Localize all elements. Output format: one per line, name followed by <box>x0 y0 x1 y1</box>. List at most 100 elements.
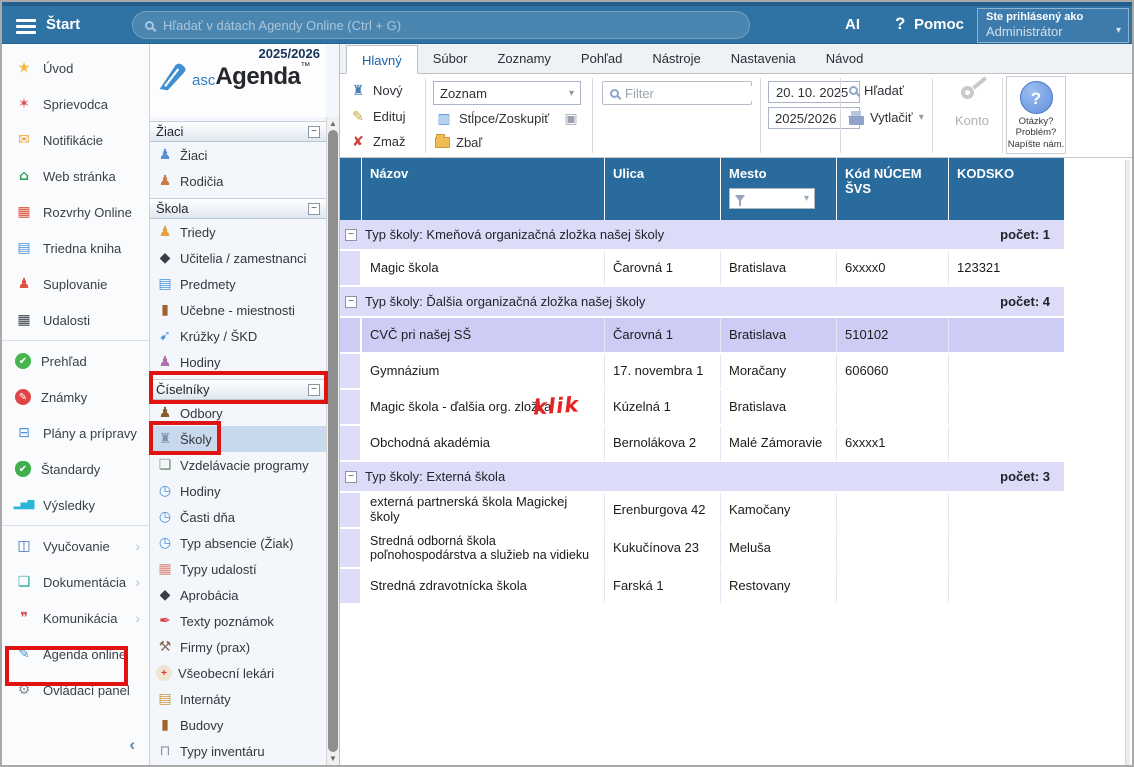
column-header-ulica[interactable]: Ulica <box>605 158 721 220</box>
panel-item-ucebne[interactable]: ▮Učebne - miestnosti <box>150 297 326 323</box>
sidebar-item-uvod[interactable]: ★Úvod <box>2 50 149 86</box>
mesto-filter-select[interactable]: ▾ <box>729 188 815 209</box>
sidebar-item-znamky[interactable]: ✎Známky <box>2 379 149 415</box>
contact-help-button[interactable]: ? Otázky? Problém? Napíšte nám. <box>1006 76 1066 154</box>
panel-item-budovy[interactable]: ▮Budovy <box>150 712 326 738</box>
panel-item-rodicia[interactable]: ♟Rodičia <box>150 168 326 194</box>
ai-button[interactable]: AI <box>845 16 860 33</box>
sidebar-item-triedna-kniha[interactable]: ▤Triedna kniha <box>2 230 149 266</box>
sidebar-item-ovladaci-panel[interactable]: ⚙Ovládací panel <box>2 672 149 708</box>
hamburger-menu-icon[interactable] <box>16 16 36 37</box>
panel-item-firmy[interactable]: ⚒Firmy (prax) <box>150 634 326 660</box>
panel-item-typ-absencie[interactable]: ◷Typ absencie (Žiak) <box>150 530 326 556</box>
table-row[interactable]: Stredná zdravotnícka škola Farská 1 Rest… <box>340 569 1064 605</box>
account-button[interactable]: Konto <box>940 86 1004 128</box>
panel-item-kruzky[interactable]: ➹Krúžky / ŠKD <box>150 323 326 349</box>
logged-in-user-menu[interactable]: Ste prihlásený ako Administrátor ▾ <box>977 8 1129 43</box>
sidebar-item-plany-a-pripravy[interactable]: ⊟Plány a prípravy <box>2 415 149 451</box>
panel-item-vseobecni-lekari[interactable]: +Všeobecní lekári <box>150 660 326 686</box>
scroll-up-icon[interactable]: ▲ <box>327 119 339 128</box>
school-year-select[interactable]: 2025/2026▾ <box>768 107 860 129</box>
panel-item-casti-dna[interactable]: ◷Časti dňa <box>150 504 326 530</box>
scrollbar-thumb[interactable] <box>328 130 338 752</box>
table-row[interactable]: Gymnázium 17. novembra 1 Moračany 606060 <box>340 354 1064 390</box>
new-button[interactable]: ♜Nový <box>349 82 403 99</box>
sidebar-item-udalosti[interactable]: ▦Udalosti <box>2 302 149 338</box>
sidebar-item-rozvrhy-online[interactable]: ▦Rozvrhy Online <box>2 194 149 230</box>
sidebar-item-sprievodca[interactable]: ✶Sprievodca <box>2 86 149 122</box>
button-label: Edituj <box>373 109 406 124</box>
sidebar-item-prehlad[interactable]: ✔Prehľad <box>2 343 149 379</box>
print-button[interactable]: Vytlačiť▾ <box>849 110 924 125</box>
tab-nastroje[interactable]: Nástroje <box>637 44 715 73</box>
sidebar-item-vysledky[interactable]: ▂▅▇Výsledky <box>2 487 149 523</box>
table-row-selected[interactable]: CVČ pri našej SŠ Čarovná 1 Bratislava 51… <box>340 318 1064 354</box>
sidebar-item-web-stranka[interactable]: ⌂Web stránka <box>2 158 149 194</box>
panel-item-predmety[interactable]: ▤Predmety <box>150 271 326 297</box>
table-row[interactable]: Obchodná akadémia Bernolákova 2 Malé Zám… <box>340 426 1064 462</box>
scroll-down-icon[interactable]: ▼ <box>327 754 339 763</box>
date-field[interactable]: 20. 10. 2025 <box>768 81 860 103</box>
group-collapse-icon[interactable]: − <box>345 229 357 241</box>
panel-item-aprobacia[interactable]: ◆Aprobácia <box>150 582 326 608</box>
start-menu[interactable]: Štart <box>46 16 80 33</box>
tab-nastavenia[interactable]: Nastavenia <box>716 44 811 73</box>
sidebar-item-notifikacie[interactable]: ✉Notifikácie <box>2 122 149 158</box>
columns-group-button[interactable]: ▥Stĺpce/Zoskupiť <box>435 110 549 127</box>
tab-zoznamy[interactable]: Zoznamy <box>482 44 565 73</box>
group-collapse-icon[interactable]: − <box>345 471 357 483</box>
table-row[interactable]: Stredná odborná škola poľnohospodárstva … <box>340 529 1064 569</box>
sidebar-item-agenda-online[interactable]: ✎Agenda online <box>2 636 149 672</box>
column-header-nazov[interactable]: Názov <box>362 158 605 220</box>
panel-item-odbory[interactable]: ♟Odbory <box>150 400 326 426</box>
global-search-input[interactable] <box>163 18 737 33</box>
collapse-box-icon[interactable]: − <box>308 126 320 138</box>
section-header-ziaci[interactable]: Žiaci− <box>150 121 326 142</box>
tab-navod[interactable]: Návod <box>811 44 879 73</box>
sidebar-item-komunikacia[interactable]: ❞Komunikácia› <box>2 600 149 636</box>
help-question-icon[interactable]: ? <box>895 14 905 34</box>
column-header-kodsko[interactable]: KODSKO <box>949 158 1064 220</box>
table-row[interactable]: Magic škola Čarovná 1 Bratislava 6xxxx0 … <box>340 251 1064 287</box>
save-layout-button[interactable]: ▣ <box>562 110 580 127</box>
panel-scrollbar[interactable]: ▲ ▼ <box>326 117 339 765</box>
panel-item-hodiny[interactable]: ◷Hodiny <box>150 478 326 504</box>
collapse-groups-button[interactable]: Zbaľ <box>435 135 482 150</box>
collapse-box-icon[interactable]: − <box>308 203 320 215</box>
tab-hlavny[interactable]: Hlavný <box>346 45 418 74</box>
section-header-skola[interactable]: Škola− <box>150 198 326 219</box>
panel-item-vzdelavacie-programy[interactable]: ❏Vzdelávacie programy <box>150 452 326 478</box>
sidebar-item-dokumentacia[interactable]: ❏Dokumentácia› <box>2 564 149 600</box>
table-row[interactable]: externá partnerská škola Magickej školy … <box>340 493 1064 529</box>
panel-item-texty-poznamok[interactable]: ✒Texty poznámok <box>150 608 326 634</box>
panel-item-typy-inventaru[interactable]: ⊓Typy inventáru <box>150 738 326 764</box>
delete-button[interactable]: ✘Zmaž <box>349 133 406 150</box>
sidebar-collapse-icon[interactable]: ‹ <box>129 735 135 755</box>
panel-item-typy-udalosti[interactable]: ▦Typy udalostí <box>150 556 326 582</box>
help-button[interactable]: Pomoc <box>914 16 964 33</box>
sidebar-item-standardy[interactable]: ✔Štandardy <box>2 451 149 487</box>
sidebar-item-suplovanie[interactable]: ♟Suplovanie <box>2 266 149 302</box>
panel-item-ziaci[interactable]: ♟Žiaci <box>150 142 326 168</box>
panel-item-skoly[interactable]: ♜Školy <box>150 426 326 452</box>
sidebar-item-vyucovanie[interactable]: ◫Vyučovanie› <box>2 528 149 564</box>
table-row[interactable]: Magic škola - ďalšia org. zložka Kúzelná… <box>340 390 1064 426</box>
global-search[interactable] <box>132 11 750 39</box>
edit-button[interactable]: ✎Edituj <box>349 108 406 125</box>
panel-item-ucitelia[interactable]: ◆Učitelia / zamestnanci <box>150 245 326 271</box>
main-scrollbar[interactable] <box>1125 160 1130 765</box>
open-book-icon: ◫ <box>15 538 33 555</box>
tab-subor[interactable]: Súbor <box>418 44 483 73</box>
panel-item-internaty[interactable]: ▤Internáty <box>150 686 326 712</box>
column-header-kod-nucem[interactable]: Kód NÚCEM ŠVS <box>837 158 949 220</box>
panel-item-hodiny-skola[interactable]: ♟Hodiny <box>150 349 326 375</box>
tab-pohlad[interactable]: Pohľad <box>566 44 637 73</box>
section-header-ciselniky[interactable]: Číselníky− <box>150 379 326 400</box>
collapse-box-icon[interactable]: − <box>308 384 320 396</box>
column-header-mesto[interactable]: Mesto ▾ <box>721 158 837 220</box>
find-button[interactable]: Hľadať <box>849 83 904 98</box>
view-select[interactable]: Zoznam▾ <box>433 81 581 105</box>
group-collapse-icon[interactable]: − <box>345 296 357 308</box>
filter-input-wrap[interactable] <box>602 81 752 105</box>
panel-item-triedy[interactable]: ♟Triedy <box>150 219 326 245</box>
